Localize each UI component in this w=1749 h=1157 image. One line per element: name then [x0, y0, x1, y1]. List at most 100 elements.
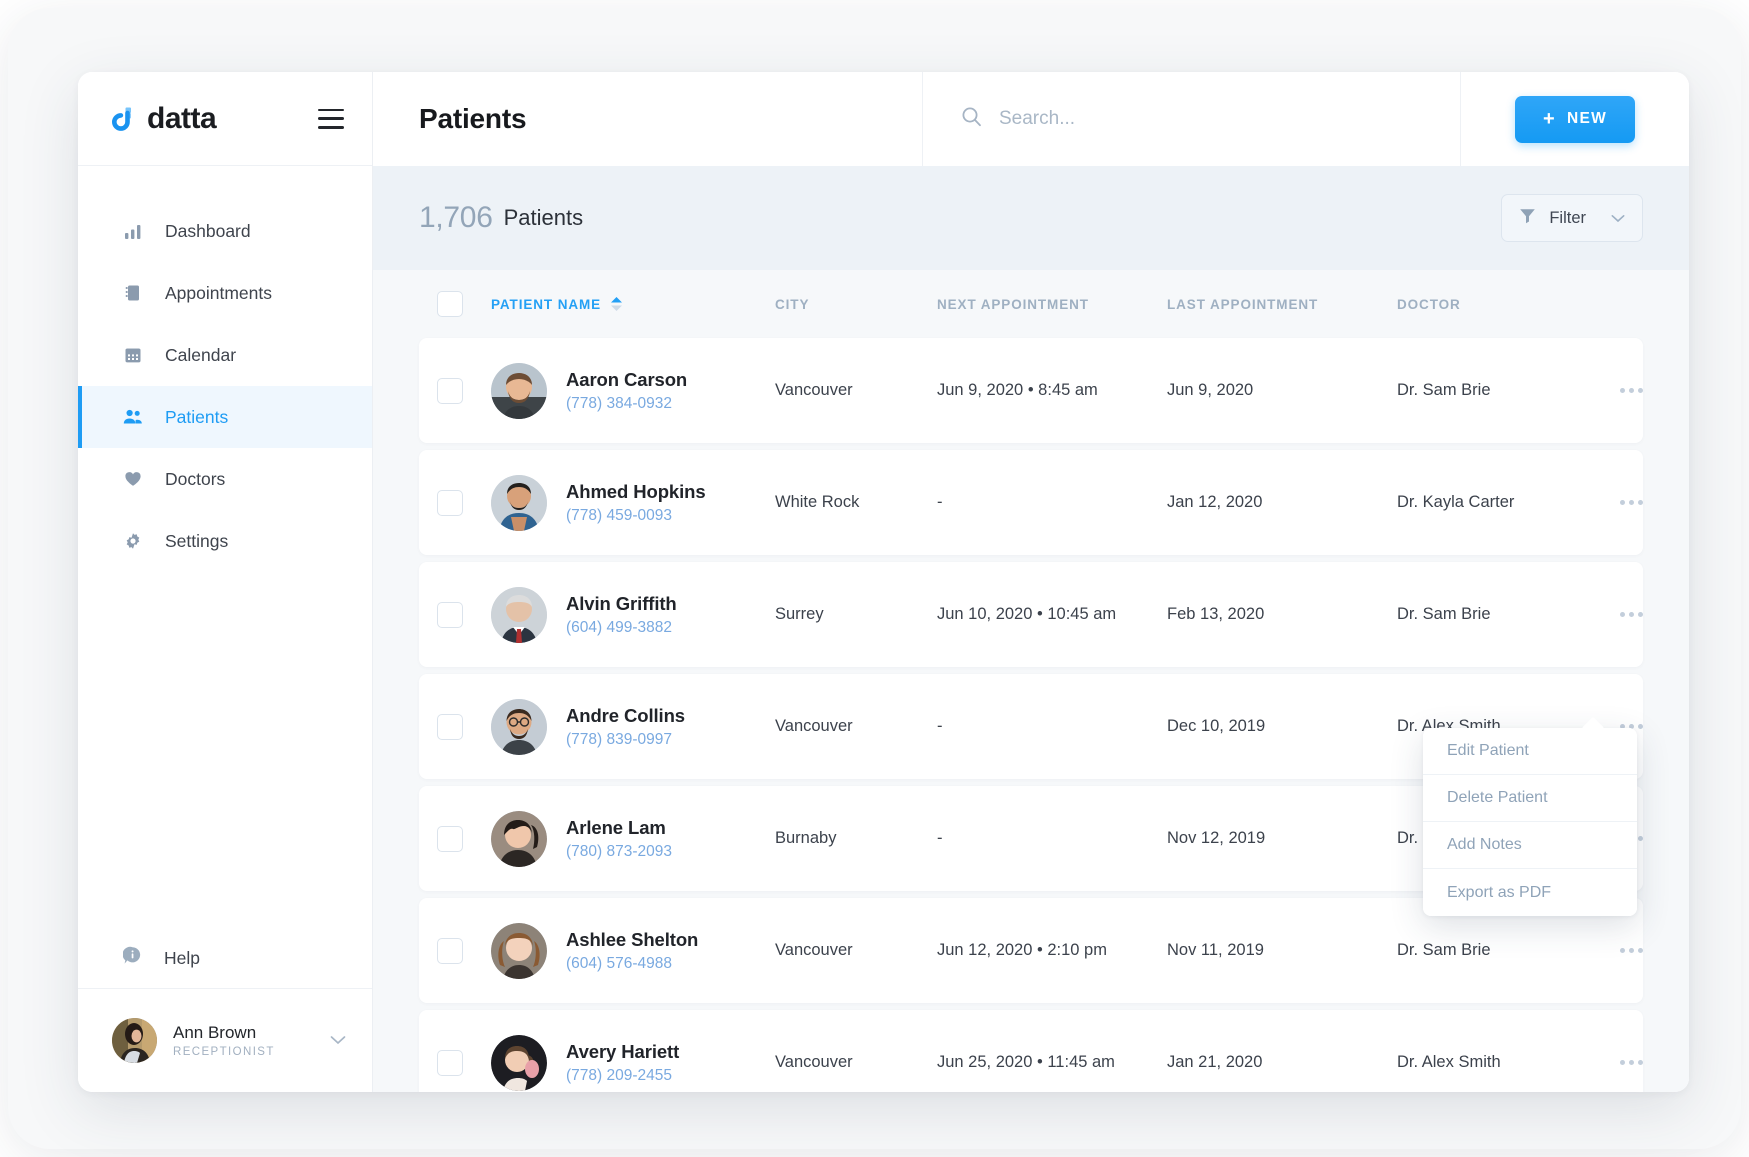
select-all-checkbox[interactable] — [437, 291, 463, 317]
patient-phone[interactable]: (778) 384-0932 — [566, 395, 687, 413]
calendar-icon — [123, 345, 143, 365]
patient-name: Aaron Carson — [566, 368, 688, 390]
patient-name: Ashlee Shelton — [566, 928, 699, 950]
column-header-next-appointment[interactable]: Next Appointment — [937, 297, 1167, 312]
more-horizontal-icon[interactable] — [1620, 500, 1643, 505]
search-input[interactable] — [999, 108, 1409, 130]
more-horizontal-icon[interactable] — [1620, 612, 1643, 617]
user-name: Ann Brown — [173, 1022, 257, 1042]
datta-logo-icon — [110, 105, 138, 133]
row-checkbox[interactable] — [437, 489, 463, 516]
sidebar-item-calendar[interactable]: Calendar — [78, 324, 372, 386]
patient-phone[interactable]: (780) 873-2093 — [566, 843, 672, 861]
search-bar[interactable] — [923, 72, 1461, 166]
patient-identity: Aaron Carson (778) 384-0932 — [566, 368, 687, 414]
row-select-cell — [437, 713, 491, 740]
sidebar-item-dashboard[interactable]: Dashboard — [78, 200, 372, 262]
brand-logo[interactable]: datta — [110, 101, 217, 136]
assigned-doctor: Dr. Sam Brie — [1397, 605, 1491, 623]
sidebar-item-label: Help — [164, 947, 200, 968]
context-menu-item-delete-patient[interactable]: Delete Patient — [1423, 775, 1637, 822]
patient-identity: Alvin Griffith (604) 499-3882 — [566, 592, 677, 638]
patient-city: Vancouver — [775, 381, 853, 399]
patient-identity: Arlene Lam (780) 873-2093 — [566, 816, 672, 862]
last-appointment: Feb 13, 2020 — [1167, 605, 1265, 623]
bar-chart-icon — [123, 221, 143, 241]
brand-bar: datta — [78, 72, 372, 166]
sidebar-item-label: Doctors — [165, 468, 226, 489]
assigned-doctor: Dr. Kayla Carter — [1397, 493, 1515, 511]
sidebar-item-appointments[interactable]: Appointments — [78, 262, 372, 324]
patient-count: 1,706 — [419, 201, 493, 234]
column-label: Doctor — [1397, 296, 1461, 312]
column-header-city[interactable]: City — [775, 297, 937, 312]
patient-city: White Rock — [775, 493, 860, 511]
row-checkbox[interactable] — [437, 713, 463, 740]
assigned-doctor: Dr. Sam Brie — [1397, 941, 1491, 959]
column-header-doctor[interactable]: Doctor — [1397, 297, 1579, 312]
patient-phone[interactable]: (778) 459-0093 — [566, 507, 706, 525]
last-appointment: Dec 10, 2019 — [1167, 717, 1266, 735]
patient-phone[interactable]: (778) 209-2455 — [566, 1067, 679, 1085]
sidebar-item-help[interactable]: Help — [78, 936, 372, 980]
table-body: Aaron Carson (778) 384-0932 Vancouver Ju… — [419, 338, 1643, 1092]
column-header-last-appointment[interactable]: Last Appointment — [1167, 297, 1397, 312]
context-menu-item-add-notes[interactable]: Add Notes — [1423, 822, 1637, 869]
avatar — [491, 586, 547, 643]
user-profile[interactable]: Ann Brown RECEPTIONIST — [78, 988, 372, 1092]
next-appointment: Jun 9, 2020 • 8:45 am — [937, 381, 1098, 399]
row-checkbox[interactable] — [437, 825, 463, 852]
patient-city: Surrey — [775, 605, 824, 623]
sidebar-nav: Dashboard Appointments Calendar Patients… — [78, 166, 372, 572]
count-bar: 1,706 Patients Filter — [373, 166, 1689, 270]
row-checkbox[interactable] — [437, 1049, 463, 1076]
filter-button[interactable]: Filter — [1501, 194, 1643, 242]
sidebar-item-doctors[interactable]: Doctors — [78, 448, 372, 510]
sidebar-item-settings[interactable]: Settings — [78, 510, 372, 572]
last-appointment: Nov 12, 2019 — [1167, 829, 1266, 847]
hamburger-icon[interactable] — [318, 108, 344, 129]
device-frame: datta Dashboard Appointments Calendar Pa… — [8, 8, 1741, 1149]
select-all-cell — [437, 291, 491, 317]
column-header-patient-name[interactable]: Patient Name — [491, 296, 775, 312]
patient-identity: Avery Hariett (778) 209-2455 — [566, 1040, 679, 1086]
avatar — [491, 474, 547, 531]
main-content: Patients + — [373, 72, 1689, 1092]
sidebar-item-label: Appointments — [165, 282, 273, 303]
table-row[interactable]: Aaron Carson (778) 384-0932 Vancouver Ju… — [419, 338, 1643, 443]
chevron-down-icon[interactable] — [330, 1032, 346, 1050]
filter-label: Filter — [1549, 208, 1586, 227]
more-horizontal-icon[interactable] — [1620, 1060, 1643, 1065]
heart-icon — [123, 469, 143, 489]
row-select-cell — [437, 937, 491, 964]
patient-identity: Andre Collins (778) 839-0997 — [566, 704, 685, 750]
brand-name: datta — [147, 101, 217, 135]
next-appointment: Jun 10, 2020 • 10:45 am — [937, 605, 1117, 623]
sidebar-item-patients[interactable]: Patients — [78, 386, 372, 448]
patient-name-cell: Ashlee Shelton (604) 576-4988 — [491, 922, 775, 979]
row-actions-cell — [1579, 1060, 1643, 1065]
sidebar-item-label: Dashboard — [165, 220, 251, 241]
patient-phone[interactable]: (604) 576-4988 — [566, 955, 698, 973]
row-checkbox[interactable] — [437, 377, 463, 404]
patient-phone[interactable]: (604) 499-3882 — [566, 619, 677, 637]
patient-phone[interactable]: (778) 839-0997 — [566, 731, 685, 749]
context-menu-item-edit-patient[interactable]: Edit Patient — [1423, 728, 1637, 775]
assigned-doctor: Dr. Alex Smith — [1397, 1053, 1501, 1071]
row-checkbox[interactable] — [437, 937, 463, 964]
table-row[interactable]: Avery Hariett (778) 209-2455 Vancouver J… — [419, 1010, 1643, 1092]
patient-name-cell: Ahmed Hopkins (778) 459-0093 — [491, 474, 775, 531]
table-row[interactable]: Ahmed Hopkins (778) 459-0093 White Rock … — [419, 450, 1643, 555]
add-new-button[interactable]: + NEW — [1514, 95, 1636, 143]
patient-city: Vancouver — [775, 941, 853, 959]
table-row[interactable]: Alvin Griffith (604) 499-3882 Surrey Jun… — [419, 562, 1643, 667]
context-menu-item-export-as-pdf[interactable]: Export as PDF — [1423, 869, 1637, 916]
user-role: RECEPTIONIST — [173, 1045, 275, 1058]
patients-table: Patient Name City — [373, 270, 1689, 1092]
patient-name: Ahmed Hopkins — [566, 480, 706, 502]
patient-name-cell: Aaron Carson (778) 384-0932 — [491, 362, 775, 419]
more-horizontal-icon[interactable] — [1620, 948, 1643, 953]
last-appointment: Jun 9, 2020 — [1167, 381, 1254, 399]
row-checkbox[interactable] — [437, 601, 463, 628]
more-horizontal-icon[interactable] — [1620, 388, 1643, 393]
